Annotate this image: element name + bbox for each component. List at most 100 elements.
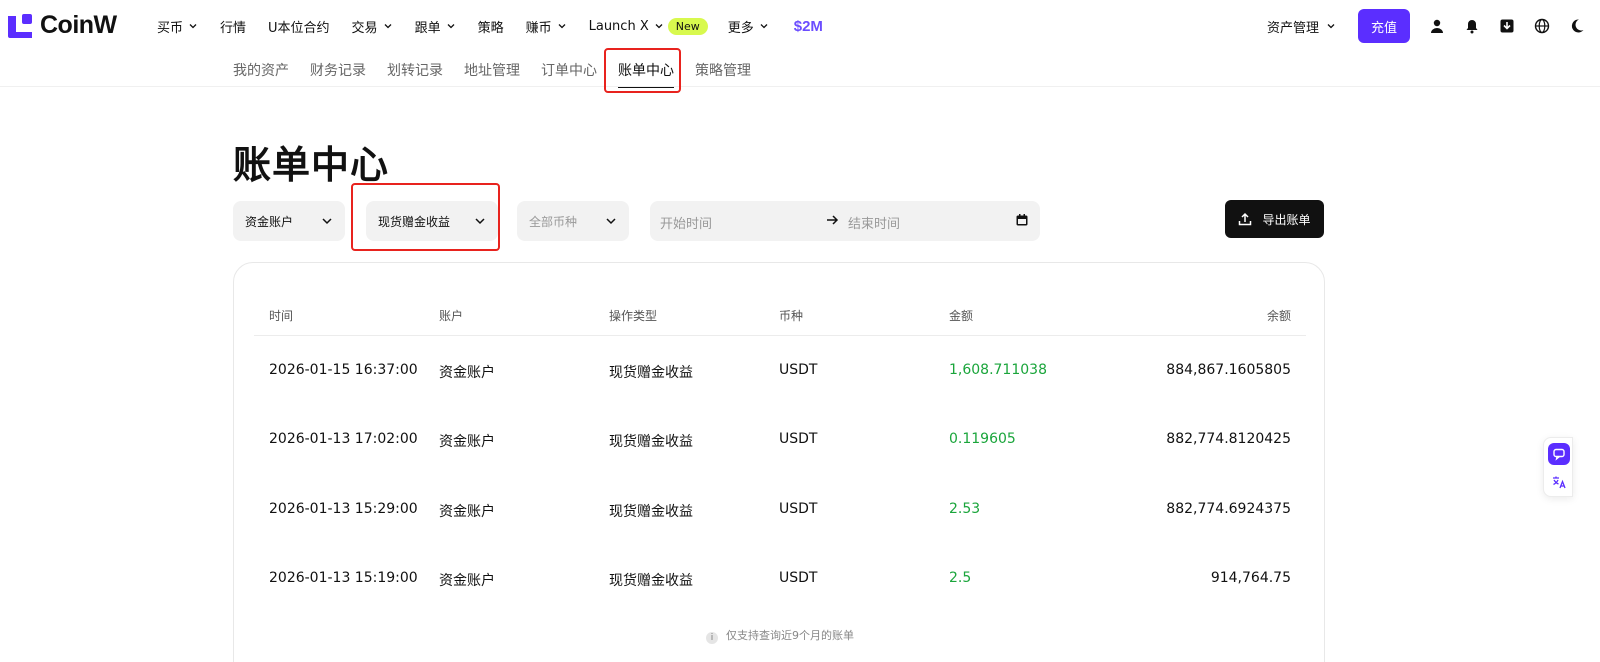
chevron-down-icon: [447, 24, 455, 29]
cell-coin: USDT: [779, 362, 818, 378]
account-subnav: 我的资产 财务记录 划转记录 地址管理 订单中心 账单中心 策略管理: [233, 58, 772, 88]
upload-icon: [1239, 212, 1252, 226]
cell-time: 2026-01-13 17:02:00: [269, 431, 418, 447]
tab-my-assets[interactable]: 我的资产: [233, 58, 289, 88]
top-navbar: CoinW 买币 行情 U本位合约 交易 跟单 策略 赚币 Launch X N…: [0, 0, 1600, 52]
cell-amount: 2.5: [949, 570, 972, 586]
cell-time: 2026-01-13 15:19:00: [269, 570, 418, 586]
nav-item-label: 策略: [477, 20, 504, 36]
translate-icon[interactable]: [1548, 471, 1570, 493]
nav-item-label: 跟单: [414, 20, 441, 36]
info-icon: i: [706, 632, 718, 644]
asset-management-menu[interactable]: 资产管理: [1267, 17, 1336, 36]
cell-time: 2026-01-15 16:37:00: [269, 362, 418, 378]
cell-operation-type: 现货赠金收益: [609, 365, 693, 381]
type-filter-value: 现货赠金收益: [378, 214, 451, 229]
coin-filter-select[interactable]: 全部币种: [517, 201, 629, 241]
nav-item-label: 赚币: [525, 20, 552, 36]
chat-support-icon[interactable]: [1548, 443, 1570, 465]
export-bill-label: 导出账单: [1262, 212, 1311, 227]
table-row: 2026-01-15 16:37:00 资金账户 现货赠金收益 USDT 1,6…: [254, 362, 1306, 392]
cell-operation-type: 现货赠金收益: [609, 434, 693, 450]
chevron-down-icon: [760, 24, 768, 29]
cell-time: 2026-01-13 15:29:00: [269, 501, 418, 517]
type-filter-select[interactable]: 现货赠金收益: [366, 201, 498, 241]
table-row: 2026-01-13 17:02:00 资金账户 现货赠金收益 USDT 0.1…: [254, 431, 1306, 461]
cell-operation-type: 现货赠金收益: [609, 504, 693, 520]
nav-item-trade[interactable]: 交易: [352, 16, 393, 36]
cell-coin: USDT: [779, 431, 818, 447]
calendar-icon[interactable]: [1015, 213, 1029, 227]
header-coin: 币种: [779, 309, 804, 323]
bell-icon[interactable]: [1463, 17, 1481, 35]
cell-coin: USDT: [779, 570, 818, 586]
chevron-down-icon: [655, 24, 663, 29]
query-limit-text: 仅支持查询近9个月的账单: [726, 629, 854, 642]
download-icon[interactable]: [1498, 17, 1516, 35]
chevron-down-icon: [189, 24, 197, 29]
bill-table-card: 时间 账户 操作类型 币种 金额 余额 2026-01-15 16:37:00 …: [233, 262, 1325, 662]
cell-balance: 882,774.6924375: [1166, 501, 1291, 517]
coinw-logo[interactable]: CoinW: [6, 11, 117, 40]
chevron-down-icon: [322, 218, 332, 225]
user-icon[interactable]: [1428, 17, 1446, 35]
cell-amount: 0.119605: [949, 431, 1016, 447]
chevron-down-icon: [558, 24, 566, 29]
nav-item-label: 交易: [351, 20, 378, 36]
logo-mark-icon: [6, 12, 34, 40]
nav-item-markets[interactable]: 行情: [220, 16, 246, 36]
cell-account: 资金账户: [439, 504, 495, 520]
header-time: 时间: [269, 309, 294, 323]
tab-order-center[interactable]: 订单中心: [541, 58, 597, 88]
header-account: 账户: [439, 309, 464, 323]
page-title: 账单中心: [233, 143, 390, 187]
nav-item-strategy[interactable]: 策略: [478, 16, 504, 36]
header-operation-type: 操作类型: [609, 309, 658, 323]
coin-filter-placeholder: 全部币种: [529, 214, 578, 229]
deposit-button[interactable]: 充值: [1358, 9, 1410, 43]
table-row: 2026-01-13 15:29:00 资金账户 现货赠金收益 USDT 2.5…: [254, 501, 1306, 531]
end-date-input[interactable]: 结束时间: [848, 213, 900, 232]
floating-side-widget: [1543, 437, 1573, 497]
logo-text: CoinW: [40, 11, 117, 39]
globe-icon[interactable]: [1533, 17, 1551, 35]
tab-address-management[interactable]: 地址管理: [464, 58, 520, 88]
nav-item-label: 买币: [157, 20, 184, 36]
nav-item-label: 行情: [220, 20, 247, 36]
promo-2m-link[interactable]: $2M: [794, 18, 823, 35]
start-date-input[interactable]: 开始时间: [660, 213, 712, 232]
cell-amount: 2.53: [949, 501, 981, 517]
cell-balance: 882,774.8120425: [1166, 431, 1291, 447]
nav-item-more[interactable]: 更多: [728, 16, 769, 36]
moon-icon[interactable]: [1568, 17, 1586, 35]
highlight-box-bill-center-tab: [604, 48, 681, 93]
date-range-picker[interactable]: 开始时间 结束时间: [650, 201, 1040, 241]
cell-balance: 914,764.75: [1210, 570, 1291, 586]
tab-transfer-records[interactable]: 划转记录: [387, 58, 443, 88]
asset-management-label: 资产管理: [1266, 20, 1319, 36]
nav-item-launch-x[interactable]: Launch X New: [589, 16, 708, 36]
nav-item-buy-crypto[interactable]: 买币: [157, 16, 198, 36]
chevron-down-icon: [1327, 24, 1335, 29]
table-header: 时间 账户 操作类型 币种 金额 余额: [254, 303, 1306, 336]
cell-account: 资金账户: [439, 434, 495, 450]
cell-amount: 1,608.711038: [949, 362, 1047, 378]
main-nav: 买币 行情 U本位合约 交易 跟单 策略 赚币 Launch X New 更多 …: [157, 16, 823, 36]
subnav-divider: [0, 86, 1600, 87]
account-filter-select[interactable]: 资金账户: [233, 201, 345, 241]
nav-item-copy-trading[interactable]: 跟单: [415, 16, 456, 36]
tab-financial-records[interactable]: 财务记录: [310, 58, 366, 88]
nav-right-group: 资产管理 充值: [1267, 9, 1600, 43]
tab-strategy-management[interactable]: 策略管理: [695, 58, 751, 88]
cell-account: 资金账户: [439, 365, 495, 381]
cell-operation-type: 现货赠金收益: [609, 573, 693, 589]
nav-item-earn[interactable]: 赚币: [526, 16, 567, 36]
cell-coin: USDT: [779, 501, 818, 517]
table-row: 2026-01-13 15:19:00 资金账户 现货赠金收益 USDT 2.5…: [254, 570, 1306, 600]
account-filter-value: 资金账户: [245, 214, 294, 229]
cell-account: 资金账户: [439, 573, 495, 589]
nav-item-label: Launch X: [588, 18, 649, 34]
nav-item-usdt-futures[interactable]: U本位合约: [268, 16, 330, 36]
chevron-down-icon: [606, 218, 616, 225]
export-bill-button[interactable]: 导出账单: [1225, 200, 1324, 238]
